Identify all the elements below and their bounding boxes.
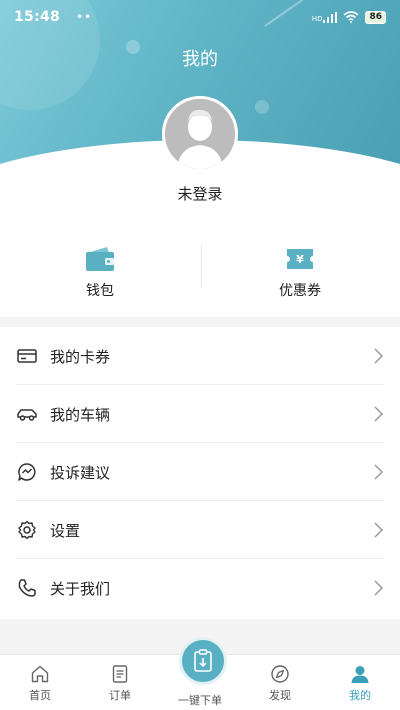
login-status[interactable]: 未登录 — [0, 183, 400, 204]
menu-item-cards[interactable]: 我的卡券 — [0, 327, 400, 385]
menu-list: 我的卡券 我的车辆 投诉建议 设置 关于我们 — [0, 327, 400, 619]
menu-label-cards: 我的卡券 — [50, 347, 111, 366]
tab-label: 一键下单 — [178, 694, 222, 707]
default-avatar-icon — [165, 99, 235, 169]
tab-label: 我的 — [349, 689, 371, 702]
menu-item-feedback[interactable]: 投诉建议 — [0, 443, 400, 501]
menu-label-settings: 设置 — [50, 521, 81, 540]
menu-label-feedback: 投诉建议 — [50, 463, 111, 482]
quick-order-icon — [194, 649, 212, 672]
chevron-right-icon — [374, 464, 384, 480]
chevron-right-icon — [374, 522, 384, 538]
quick-actions: 钱包 ¥ 优惠券 — [0, 230, 400, 310]
compass-icon — [271, 665, 289, 683]
status-time: 15:48 — [14, 9, 61, 25]
hd-label: HD — [311, 14, 323, 23]
chevron-right-icon — [374, 580, 384, 596]
tab-mine[interactable]: 我的 — [320, 655, 400, 710]
status-bar: 15:48 •• HD 86 — [0, 0, 400, 34]
menu-item-settings[interactable]: 设置 — [0, 501, 400, 559]
phone-icon — [16, 577, 38, 599]
wifi-icon — [343, 11, 359, 23]
battery-indicator: 86 — [365, 10, 386, 24]
tab-label: 订单 — [109, 689, 131, 702]
decor-bubble — [255, 100, 269, 114]
tab-label: 首页 — [29, 689, 51, 702]
menu-item-vehicles[interactable]: 我的车辆 — [0, 385, 400, 443]
tab-home[interactable]: 首页 — [0, 655, 80, 710]
chevron-right-icon — [374, 348, 384, 364]
svg-text:¥: ¥ — [296, 253, 304, 266]
wallet-label: 钱包 — [86, 283, 114, 299]
menu-label-vehicles: 我的车辆 — [50, 405, 111, 424]
quick-order-button[interactable] — [179, 637, 227, 685]
chevron-right-icon — [374, 406, 384, 422]
page-title: 我的 — [182, 49, 218, 70]
menu-item-about[interactable]: 关于我们 — [0, 559, 400, 617]
quick-divider — [201, 244, 202, 288]
menu-label-about: 关于我们 — [50, 579, 111, 598]
car-icon — [16, 403, 38, 425]
signal-icon: HD — [311, 11, 338, 23]
coupon-label: 优惠券 — [279, 283, 321, 299]
user-icon — [351, 666, 369, 683]
coupon-button[interactable]: ¥ 优惠券 — [200, 230, 400, 310]
order-icon — [112, 665, 128, 683]
card-icon — [16, 345, 38, 367]
tab-orders[interactable]: 订单 — [80, 655, 160, 710]
gear-icon — [16, 519, 38, 541]
wallet-icon — [86, 247, 114, 271]
avatar[interactable] — [162, 96, 238, 172]
tab-discover[interactable]: 发现 — [240, 655, 320, 710]
chat-icon — [16, 461, 38, 483]
tab-label: 发现 — [269, 689, 291, 702]
status-dots: •• — [76, 10, 93, 24]
coupon-icon: ¥ — [287, 249, 313, 269]
home-icon — [31, 665, 49, 683]
wallet-button[interactable]: 钱包 — [0, 230, 200, 310]
